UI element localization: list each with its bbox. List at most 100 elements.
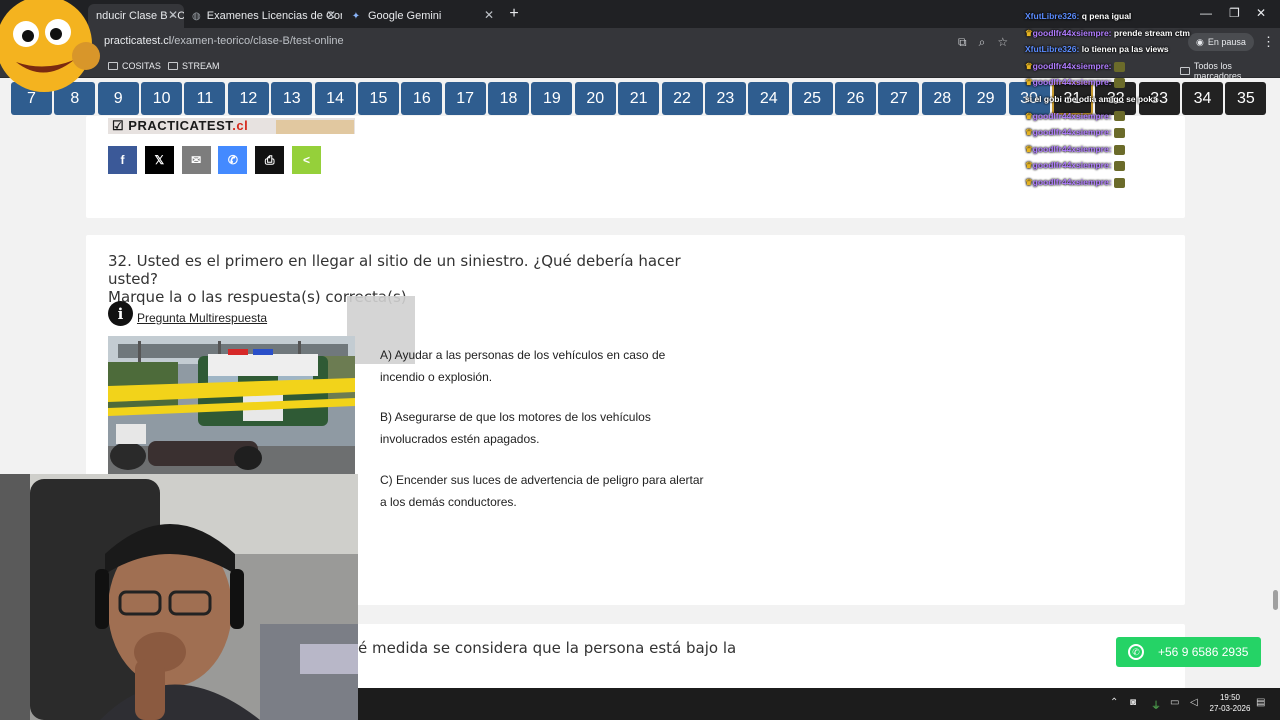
tab-practicatest[interactable]: nducir Clase B - C ✕ bbox=[88, 4, 184, 28]
url-field[interactable]: practicatest.cl/examen-teorico/clase-B/t… bbox=[104, 35, 344, 47]
option-c[interactable]: C) Encender sus luces de advertencia de … bbox=[380, 469, 710, 513]
chat-message: ♛goodlfr44xsiempre: bbox=[1025, 141, 1275, 158]
chat-username: goodlfr44xsiempre: bbox=[1032, 110, 1112, 121]
crown-icon: ♛ bbox=[1025, 143, 1033, 154]
x-share-button[interactable]: 𝕏 bbox=[144, 146, 174, 174]
question-button-13[interactable]: 13 bbox=[271, 82, 313, 115]
question-button-18[interactable]: 18 bbox=[488, 82, 530, 115]
question-button-16[interactable]: 16 bbox=[401, 82, 443, 115]
question-button-19[interactable]: 19 bbox=[531, 82, 573, 115]
emote-icon bbox=[1113, 161, 1125, 172]
question-title: 32. Usted es el primero en llegar al sit… bbox=[108, 252, 728, 306]
gemini-icon: ✦ bbox=[351, 10, 361, 22]
question-button-23[interactable]: 23 bbox=[704, 82, 746, 115]
clock-time: 19:50 bbox=[1219, 693, 1241, 702]
bookmark-star-icon[interactable]: ☆ bbox=[997, 35, 1008, 50]
bookmark-cositas[interactable]: COSITAS bbox=[108, 61, 161, 71]
webcam-overlay bbox=[0, 474, 358, 720]
close-icon[interactable]: ✕ bbox=[326, 8, 336, 22]
whatsapp-button[interactable]: ✆ +56 9 6586 2935 bbox=[1116, 637, 1261, 667]
chat-username: goodlfr44xsiempre: bbox=[1032, 143, 1112, 154]
question-title-line2: Marque la o las respuesta(s) correcta(s) bbox=[108, 288, 407, 306]
option-b[interactable]: B) Asegurarse de que los motores de los … bbox=[380, 406, 710, 450]
system-clock[interactable]: 19:50 27-03-2026 bbox=[1200, 692, 1260, 714]
chat-message: ♛goodlfr44xsiempre: prende stream ctm bbox=[1025, 25, 1275, 42]
emote-icon bbox=[1113, 127, 1125, 138]
messenger-icon: ✆ bbox=[227, 153, 238, 167]
question-button-15[interactable]: 15 bbox=[357, 82, 399, 115]
chat-text: q pena igual bbox=[1081, 11, 1132, 21]
tab-title: Google Gemini bbox=[368, 10, 442, 22]
new-tab-button[interactable]: + bbox=[505, 5, 523, 23]
emote-icon bbox=[1113, 78, 1125, 89]
question-button-24[interactable]: 24 bbox=[748, 82, 790, 115]
chat-username: XfutLibre326: bbox=[1025, 11, 1080, 21]
microphone-icon[interactable]: ⏚ bbox=[1151, 697, 1161, 712]
crown-icon: ♛ bbox=[1025, 176, 1033, 187]
emote-icon bbox=[1113, 111, 1125, 122]
tray-chevron-icon[interactable]: ⌃ bbox=[1110, 697, 1118, 708]
question-button-25[interactable]: 25 bbox=[791, 82, 833, 115]
chat-message: si el gobi me odia amigo se poka bbox=[1025, 91, 1275, 108]
url-domain: practicatest.cl bbox=[104, 35, 172, 47]
facebook-share-button[interactable]: f bbox=[108, 146, 137, 174]
question-button-11[interactable]: 11 bbox=[184, 82, 226, 115]
print-icon: ⎙ bbox=[264, 152, 275, 167]
question-button-20[interactable]: 20 bbox=[574, 82, 616, 115]
sharethis-share-button[interactable]: < bbox=[292, 146, 321, 174]
question-button-9[interactable]: 9 bbox=[97, 82, 139, 115]
crown-icon: ♛ bbox=[1025, 27, 1033, 38]
chat-username: goodlfr44xsiempre: bbox=[1032, 27, 1112, 38]
question-button-21[interactable]: 21 bbox=[618, 82, 660, 115]
chat-message: XfutLibre326: lo tienen pa las views bbox=[1025, 41, 1275, 58]
practicatest-logo: ☑ PRACTICATEST.cl bbox=[108, 118, 355, 134]
question-button-17[interactable]: 17 bbox=[444, 82, 486, 115]
info-icon: i bbox=[108, 301, 133, 326]
option-a[interactable]: A) Ayudar a las personas de los vehículo… bbox=[380, 344, 710, 388]
chat-username: goodlfr44xsiempre: bbox=[1032, 77, 1112, 88]
chat-message: ♛goodlfr44xsiempre: bbox=[1025, 108, 1275, 125]
crown-icon: ♛ bbox=[1025, 127, 1033, 138]
speaker-icon[interactable]: ◁ bbox=[1190, 697, 1198, 708]
question-button-28[interactable]: 28 bbox=[921, 82, 963, 115]
crown-icon: ♛ bbox=[1025, 77, 1033, 88]
url-path: /examen-teorico/clase-B/test-online bbox=[171, 35, 344, 47]
mascot-emoji bbox=[0, 0, 100, 92]
tab-examenes[interactable]: ◍ Examenes Licencias de Conducc ✕ bbox=[184, 4, 342, 28]
email-share-button[interactable]: ✉ bbox=[181, 146, 211, 174]
chat-username: goodlfr44xsiempre: bbox=[1032, 127, 1112, 138]
folder-icon bbox=[168, 62, 178, 70]
messenger-share-button[interactable]: ✆ bbox=[218, 146, 248, 174]
chat-message: ♛goodlfr44xsiempre: bbox=[1025, 174, 1275, 191]
question-button-27[interactable]: 27 bbox=[878, 82, 920, 115]
whatsapp-number: +56 9 6586 2935 bbox=[1158, 645, 1249, 659]
zoom-icon[interactable]: ⌕ bbox=[979, 35, 986, 50]
question-button-26[interactable]: 26 bbox=[835, 82, 877, 115]
chat-username: goodlfr44xsiempre: bbox=[1032, 176, 1112, 187]
close-icon[interactable]: ✕ bbox=[484, 8, 494, 22]
emote-icon bbox=[1113, 144, 1125, 155]
question-button-12[interactable]: 12 bbox=[227, 82, 269, 115]
whatsapp-icon: ✆ bbox=[1128, 644, 1144, 660]
crown-icon: ♛ bbox=[1025, 160, 1033, 171]
tab-gemini[interactable]: ✦ Google Gemini ✕ bbox=[342, 4, 500, 28]
bookmark-label: STREAM bbox=[182, 61, 220, 71]
chat-message: ♛goodlfr44xsiempre: bbox=[1025, 124, 1275, 141]
close-icon[interactable]: ✕ bbox=[168, 8, 178, 22]
crown-icon: ♛ bbox=[1025, 60, 1033, 71]
print-share-button[interactable]: ⎙ bbox=[255, 146, 285, 174]
chat-message: ♛goodlfr44xsiempre: bbox=[1025, 157, 1275, 174]
question-button-29[interactable]: 29 bbox=[965, 82, 1007, 115]
sharethis-icon: < bbox=[302, 153, 310, 167]
question-button-22[interactable]: 22 bbox=[661, 82, 703, 115]
install-app-icon[interactable]: ⧉ bbox=[958, 35, 967, 50]
scroll-thumb[interactable] bbox=[1273, 590, 1278, 610]
email-icon: ✉ bbox=[191, 153, 202, 167]
tray-app-icon[interactable]: ◙ bbox=[1130, 697, 1136, 708]
network-icon[interactable]: ▭ bbox=[1170, 697, 1179, 708]
question-type-label[interactable]: Pregunta Multirespuesta bbox=[137, 311, 267, 325]
chat-username: goodlfr44xsiempre: bbox=[1032, 160, 1112, 171]
question-button-10[interactable]: 10 bbox=[141, 82, 183, 115]
question-button-14[interactable]: 14 bbox=[314, 82, 356, 115]
bookmark-stream[interactable]: STREAM bbox=[168, 61, 220, 71]
